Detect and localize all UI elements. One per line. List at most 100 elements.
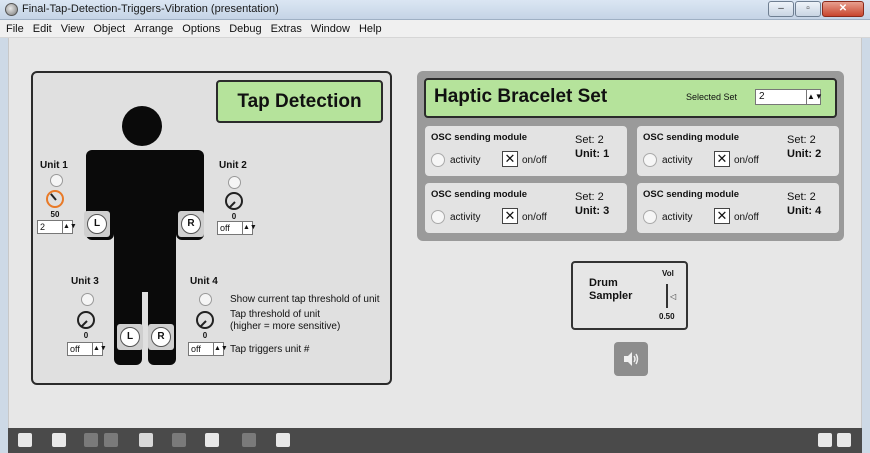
menu-bar: File Edit View Object Arrange Options De… (0, 20, 870, 38)
speaker-button[interactable] (614, 342, 648, 376)
volume-slider[interactable] (666, 284, 668, 308)
unit-1-threshold-value: 50 (50, 210, 60, 219)
osc-module-title: OSC sending module (431, 132, 528, 143)
osc-onoff-label: on/off (734, 155, 759, 166)
selected-set-label: Selected Set (686, 92, 738, 102)
drum-sampler-title-line1: Drum (589, 277, 618, 289)
osc-module-set: Set: 2 (575, 191, 604, 203)
split-view-icon[interactable] (818, 433, 832, 447)
title-bar: Final-Tap-Detection-Triggers-Vibration (… (0, 0, 870, 20)
osc-activity-label: activity (450, 155, 481, 166)
osc-module-set: Set: 2 (787, 134, 816, 146)
volume-slider-handle-icon[interactable]: ◁ (670, 292, 676, 301)
figure-waist (114, 210, 176, 292)
tap-detection-title: Tap Detection (216, 80, 383, 123)
unit-1-threshold-dial[interactable] (46, 190, 64, 208)
figure-head (122, 106, 162, 146)
drum-sampler-panel: Drum Sampler Vol ◁ 0.50 (571, 261, 688, 330)
debug-icon[interactable] (276, 433, 290, 447)
left-foot-marker: L (120, 327, 140, 347)
unit-3-threshold-value: 0 (83, 331, 89, 340)
right-foot-marker: R (151, 327, 171, 347)
osc-onoff-toggle[interactable]: ✕ (502, 151, 518, 167)
legend-trigger-text: Tap triggers unit # (230, 344, 310, 355)
osc-module-2: OSC sending module Set: 2 Unit: 2 activi… (637, 126, 839, 176)
legend-dial-text-2: (higher = more sensitive) (230, 321, 341, 332)
osc-activity-led (431, 153, 445, 167)
menu-options[interactable]: Options (182, 23, 220, 35)
minimize-button[interactable]: – (768, 1, 794, 17)
unit-1-trigger-select[interactable]: 2 ▲▼ (37, 220, 77, 234)
unit-2-trigger-arrow-icon: ▲▼ (242, 222, 257, 234)
osc-onoff-label: on/off (522, 155, 547, 166)
patch-cords-icon[interactable] (84, 433, 98, 447)
unit-2-threshold-led (228, 176, 241, 189)
close-button[interactable]: ✕ (822, 1, 864, 17)
unit-2-trigger-select[interactable]: off ▲▼ (217, 221, 257, 235)
app-window: Final-Tap-Detection-Triggers-Vibration (… (0, 0, 870, 453)
menu-arrange[interactable]: Arrange (134, 23, 173, 35)
osc-activity-led (643, 210, 657, 224)
inspector-icon[interactable] (172, 433, 186, 447)
panel-view-icon[interactable] (837, 433, 851, 447)
osc-module-3: OSC sending module Set: 2 Unit: 3 activi… (425, 183, 627, 233)
osc-onoff-toggle[interactable]: ✕ (714, 151, 730, 167)
unit-4-trigger-select[interactable]: off ▲▼ (188, 342, 228, 356)
menu-help[interactable]: Help (359, 23, 382, 35)
lock-icon[interactable] (18, 433, 32, 447)
osc-onoff-label: on/off (734, 212, 759, 223)
osc-onoff-toggle[interactable]: ✕ (502, 208, 518, 224)
grid-icon[interactable] (242, 433, 256, 447)
menu-edit[interactable]: Edit (33, 23, 52, 35)
unit-4-label: Unit 4 (190, 276, 218, 287)
haptic-bracelet-title: Haptic Bracelet Set (434, 86, 608, 107)
unit-3-trigger-select[interactable]: off ▲▼ (67, 342, 107, 356)
new-object-icon[interactable] (139, 433, 153, 447)
osc-activity-led (431, 210, 445, 224)
right-hand-marker: R (181, 214, 201, 234)
window-controls: – ▫ ✕ (767, 1, 864, 17)
unit-4-threshold-value: 0 (202, 331, 208, 340)
unit-3-trigger-value: off (70, 344, 80, 354)
osc-activity-led (643, 153, 657, 167)
osc-module-1: OSC sending module Set: 2 Unit: 1 activi… (425, 126, 627, 176)
menu-view[interactable]: View (61, 23, 85, 35)
unit-3-label: Unit 3 (71, 276, 99, 287)
menu-window[interactable]: Window (311, 23, 350, 35)
osc-module-unit: Unit: 2 (787, 148, 822, 160)
drum-sampler-title-line2: Sampler (589, 290, 633, 302)
maximize-button[interactable]: ▫ (795, 1, 821, 17)
unit-4-trigger-value: off (191, 344, 201, 354)
selected-set-select[interactable]: 2 ▲▼ (755, 89, 823, 105)
unit-1-trigger-value: 2 (40, 222, 46, 232)
menu-debug[interactable]: Debug (229, 23, 261, 35)
osc-module-unit: Unit: 4 (787, 205, 822, 217)
osc-onoff-toggle[interactable]: ✕ (714, 208, 730, 224)
unit-1-threshold-led (50, 174, 63, 187)
unit-2-label: Unit 2 (219, 160, 247, 171)
osc-module-title: OSC sending module (431, 189, 528, 200)
hide-cords-icon[interactable] (104, 433, 118, 447)
drum-sampler-title: Drum Sampler (589, 277, 649, 303)
unit-1-trigger-arrow-icon: ▲▼ (62, 221, 77, 233)
left-hand-marker: L (87, 214, 107, 234)
unit-4-threshold-led (199, 293, 212, 306)
unit-3-threshold-dial[interactable] (77, 311, 95, 329)
unit-2-threshold-dial[interactable] (225, 192, 243, 210)
unit-2-threshold-value: 0 (231, 212, 237, 221)
unit-4-threshold-dial[interactable] (196, 311, 214, 329)
menu-file[interactable]: File (6, 23, 24, 35)
grid-snap-icon[interactable] (205, 433, 219, 447)
osc-module-unit: Unit: 1 (575, 148, 610, 160)
menu-extras[interactable]: Extras (271, 23, 302, 35)
window-title: Final-Tap-Detection-Triggers-Vibration (… (22, 3, 279, 15)
menu-object[interactable]: Object (93, 23, 125, 35)
legend-dial-text-1: Tap threshold of unit (230, 309, 321, 320)
volume-label: Vol (662, 269, 674, 278)
osc-activity-label: activity (662, 212, 693, 223)
osc-module-unit: Unit: 3 (575, 205, 610, 217)
osc-activity-label: activity (662, 155, 693, 166)
unit-1-label: Unit 1 (40, 160, 68, 171)
presentation-icon[interactable] (52, 433, 66, 447)
haptic-bracelet-header: Haptic Bracelet Set Selected Set 2 ▲▼ (424, 78, 837, 118)
